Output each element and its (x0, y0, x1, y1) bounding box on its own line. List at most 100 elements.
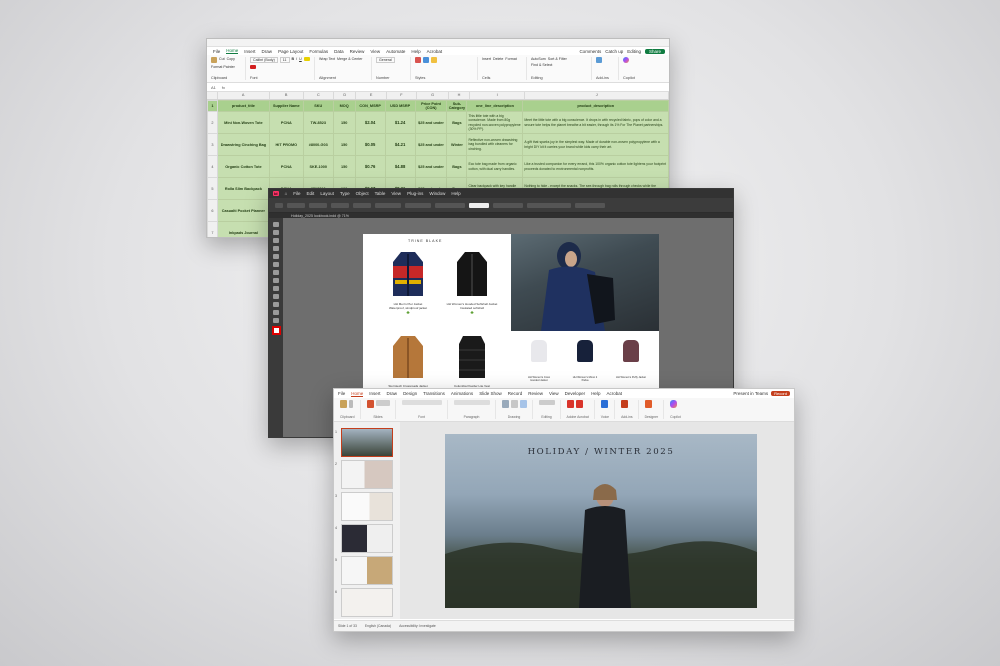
row-number[interactable]: 7 (207, 221, 218, 237)
find-select-button[interactable]: Find & Select (531, 63, 552, 67)
fill-color-icon[interactable] (303, 57, 310, 61)
copilot-icon[interactable] (670, 400, 678, 408)
cell[interactable]: Organic Cotton Tote (216, 155, 270, 178)
cell[interactable]: SKE-1000 (302, 155, 334, 178)
cell[interactable]: TW-8523 (302, 111, 334, 134)
slide-editor[interactable]: HOLIDAY / WINTER 2025 (400, 422, 794, 619)
column-header[interactable]: A (218, 92, 270, 99)
page-tool-icon[interactable] (273, 238, 279, 243)
cell[interactable]: $25 and under (414, 111, 448, 134)
rectangle-frame-tool-icon[interactable] (273, 278, 279, 283)
ppt-tab-record[interactable]: Record (508, 391, 523, 396)
zoom-tool-icon[interactable] (273, 318, 279, 323)
height-field[interactable] (353, 202, 371, 208)
italic-icon[interactable]: I (296, 57, 297, 63)
cut-button[interactable]: Cut (219, 57, 225, 63)
cell[interactable]: HIT PROMO (268, 133, 304, 156)
ppt-tab-design[interactable]: Design (403, 391, 417, 396)
font-name-select[interactable]: Calibri (Body) (250, 57, 278, 63)
ppt-tab-acrobat[interactable]: Acrobat (606, 391, 622, 396)
delete-cells-button[interactable]: Delete (493, 57, 503, 61)
wrap-text-button[interactable]: Wrap Text (319, 57, 335, 61)
ppt-tab-slide-show[interactable]: Slide Show (479, 391, 502, 396)
paragraph-controls[interactable] (453, 400, 490, 405)
slide-thumbnail-2[interactable] (341, 460, 393, 489)
row-number[interactable]: 4 (207, 155, 218, 178)
selection-tool-icon[interactable] (273, 222, 279, 227)
ppt-tab-home[interactable]: Home (351, 391, 364, 397)
select-all-corner[interactable] (207, 92, 218, 99)
format-cells-button[interactable]: Format (505, 57, 516, 61)
cell[interactable]: $0.76 (354, 155, 386, 178)
font-color-icon[interactable] (250, 65, 256, 69)
menu-layout[interactable]: Layout (320, 191, 334, 196)
share-button[interactable]: Share (644, 48, 665, 54)
cell[interactable]: $4.88 (384, 155, 416, 178)
slide-thumbnail-1[interactable] (341, 428, 393, 457)
reference-point-icon[interactable] (275, 202, 283, 208)
product-pier-jacket[interactable]: HH Men's Pier Jacket Waterproof, windpro… (379, 250, 437, 316)
cell[interactable]: 150 (332, 111, 356, 134)
slide-thumbnail-3[interactable] (341, 492, 393, 521)
menu-view[interactable]: View (391, 191, 401, 196)
cell[interactable]: A gift that sparks joy in the simplest w… (522, 133, 669, 156)
cell[interactable]: Drawstring Cinching Bag (216, 133, 270, 156)
create-pdf-icon[interactable] (566, 400, 574, 408)
puffy-jacket-image[interactable] (623, 340, 639, 362)
cell[interactable]: Inkpads Journal (216, 221, 270, 237)
row-number[interactable]: 6 (207, 199, 218, 222)
present-in-teams-button[interactable]: Present in Teams (733, 391, 768, 396)
ppt-tab-review[interactable]: Review (528, 391, 543, 396)
cell[interactable]: Bags (446, 155, 468, 178)
sort-filter-button[interactable]: Sort & Filter (548, 57, 567, 61)
home-icon[interactable]: ⌂ (285, 191, 288, 196)
cell[interactable]: Like a trusted companion for every erran… (522, 155, 669, 178)
type-tool-icon[interactable] (273, 246, 279, 251)
ppt-tab-file[interactable]: File (338, 391, 345, 396)
cell[interactable]: Winter (446, 133, 468, 156)
opacity-field[interactable] (493, 202, 523, 208)
row-number[interactable]: 2 (207, 111, 218, 134)
conditional-formatting-icon[interactable] (415, 57, 421, 63)
scale-field[interactable] (375, 202, 401, 208)
header-cell[interactable]: Sub-Category (446, 100, 468, 112)
ppt-tab-insert[interactable]: Insert (369, 391, 380, 396)
product-softshell-jacket[interactable]: HH Women's Hooded Softshell Jacket Insul… (441, 250, 503, 316)
name-box[interactable]: A1 (211, 85, 216, 90)
shapes-icon[interactable] (501, 400, 509, 408)
editing-mode-button[interactable]: Editing (627, 49, 641, 54)
pencil-tool-icon[interactable] (273, 270, 279, 275)
stroke-weight-field[interactable] (469, 202, 489, 208)
excel-tab-insert[interactable]: Insert (244, 49, 255, 54)
cell[interactable]: Eco tote bag made from organic cotton, w… (466, 155, 524, 178)
ppt-tab-help[interactable]: Help (591, 391, 600, 396)
header-cell[interactable]: Supplier Name (268, 100, 304, 112)
line-tool-icon[interactable] (273, 254, 279, 259)
number-format-select[interactable]: General (376, 57, 395, 63)
cell[interactable]: PCNA (268, 111, 304, 134)
menu-file[interactable]: File (293, 191, 300, 196)
column-header[interactable]: D (334, 92, 357, 99)
row-number[interactable]: 3 (207, 133, 218, 156)
catch-up-button[interactable]: Catch up (605, 49, 623, 54)
product-powder-lite-vest[interactable]: Columbia Powder Lite Vest Insulated puff… (441, 334, 503, 392)
merge-center-button[interactable]: Merge & Center (337, 57, 362, 61)
accessibility-indicator[interactable]: Accessibility: Investigate (399, 624, 436, 628)
font-name-select[interactable] (401, 400, 442, 405)
column-header[interactable]: C (304, 92, 334, 99)
cell[interactable]: Mini Non-Woven Tote (216, 111, 270, 134)
navy-parka-image[interactable] (577, 340, 593, 362)
column-header[interactable]: J (525, 92, 669, 99)
ppt-tab-developer[interactable]: Developer (565, 391, 586, 396)
cell[interactable]: $0.05 (354, 133, 386, 156)
column-header[interactable]: I (470, 92, 526, 99)
copilot-icon[interactable] (623, 57, 629, 63)
header-cell[interactable]: Price Point (CON) (414, 100, 448, 112)
column-header[interactable]: E (356, 92, 387, 99)
column-header[interactable]: G (417, 92, 450, 99)
insert-cells-button[interactable]: Insert (482, 57, 491, 61)
autosum-button[interactable]: AutoSum (531, 57, 546, 61)
find-replace-icon[interactable] (538, 400, 555, 405)
cell-styles-icon[interactable] (431, 57, 437, 63)
format-painter-button[interactable]: Format Painter (211, 65, 235, 69)
